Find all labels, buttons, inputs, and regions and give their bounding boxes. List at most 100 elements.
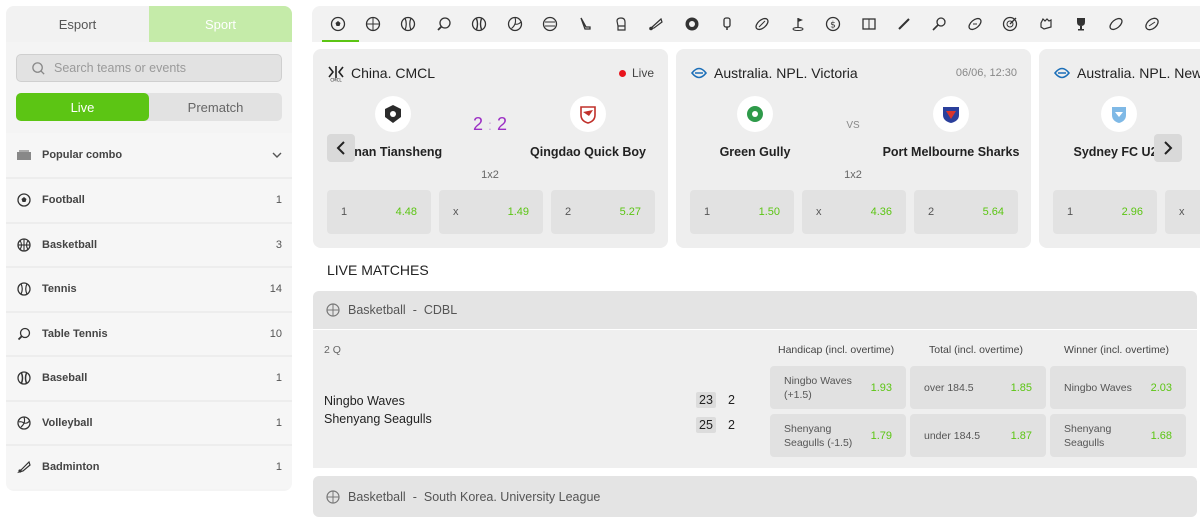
sidebar-item-table-tennis[interactable]: Table Tennis 10: [6, 310, 292, 355]
odd-button[interactable]: 1 2.96: [1053, 190, 1157, 234]
chevron-left-icon: [336, 141, 345, 155]
market-label: 1x2: [481, 169, 499, 181]
sidebar-item-tennis[interactable]: Tennis 14: [6, 266, 292, 311]
odd-button[interactable]: over 184.5 1.85: [910, 366, 1046, 409]
sport-tab-aussie-rules[interactable]: [1099, 6, 1134, 42]
sport-tab-futsal[interactable]: [674, 6, 709, 42]
team-emblem-icon: [570, 96, 606, 132]
odd-outcome: 2: [565, 206, 572, 218]
odd-outcome: 1: [341, 206, 348, 218]
sidebar-item-baseball[interactable]: Baseball 1: [6, 355, 292, 400]
mode-prematch-button[interactable]: Prematch: [149, 93, 282, 121]
sidebar-item-popular-combo[interactable]: Popular combo: [6, 133, 292, 177]
sport-tab-darts[interactable]: [851, 6, 886, 42]
group-league: CDBL: [423, 303, 458, 317]
sidebar-item-basketball[interactable]: Basketball 3: [6, 221, 292, 266]
odd-button[interactable]: x: [1165, 190, 1200, 234]
target-icon: [1002, 16, 1018, 32]
match-card[interactable]: Australia. NPL. Victoria 06/06, 12:30 Gr…: [676, 49, 1031, 248]
odd-button[interactable]: 2 5.64: [914, 190, 1018, 234]
search-box[interactable]: [16, 54, 282, 82]
racket-icon: [932, 17, 946, 31]
sidebar-item-label: Table Tennis: [42, 327, 108, 340]
hockey-stick-icon: [580, 17, 592, 30]
odd-button[interactable]: 1 1.50: [690, 190, 794, 234]
sidebar-item-count: 1: [275, 372, 282, 385]
volleyball-icon: [507, 16, 522, 32]
live-match-row[interactable]: 2 Q Ningbo Waves Shenyang Seagulls 23 2 …: [313, 330, 1197, 468]
basketball-icon: [16, 237, 32, 253]
league-name: Australia. NPL. New: [1077, 65, 1200, 81]
league-group-header[interactable]: Basketball - South Korea. University Lea…: [313, 476, 1197, 517]
sport-tab-archery[interactable]: [992, 6, 1027, 42]
mode-live-button[interactable]: Live: [16, 93, 149, 121]
team-emblem-icon: [1101, 96, 1137, 132]
odd-value: 5.27: [619, 206, 641, 218]
sport-tab-volleyball[interactable]: [497, 6, 532, 42]
sport-tab-bandy[interactable]: $: [815, 6, 850, 42]
sport-tab-cricket[interactable]: [709, 6, 744, 42]
tab-esport[interactable]: Esport: [6, 6, 149, 42]
sidebar-item-volleyball[interactable]: Volleyball 1: [6, 399, 292, 444]
odd-outcome: Shenyang Seagulls (-1.5): [784, 422, 853, 449]
category-switch: Esport Sport: [6, 6, 292, 42]
sport-tab-football[interactable]: [320, 6, 360, 42]
sport-tab-basketball[interactable]: [355, 6, 390, 42]
search-input[interactable]: [54, 61, 254, 75]
sport-tab-gaelic[interactable]: [1134, 6, 1169, 42]
match-score: 2 : 2: [460, 114, 520, 135]
odd-button[interactable]: Ningbo Waves 2.03: [1050, 366, 1186, 409]
away-team: Port Melbourne Sharks: [876, 96, 1026, 159]
sport-tab-golf[interactable]: [780, 6, 815, 42]
sport-tab-american-football[interactable]: [957, 6, 992, 42]
tab-sport[interactable]: Sport: [149, 6, 292, 42]
odd-button[interactable]: Shenyang Seagulls (-1.5) 1.79: [770, 414, 906, 457]
carousel-prev-button[interactable]: [327, 134, 355, 162]
sidebar-item-football[interactable]: Football 1: [6, 177, 292, 222]
score-away: 2: [496, 114, 507, 134]
match-card[interactable]: CMCL China. CMCL Live Jinan Tiansheng 2 …: [313, 49, 668, 248]
sidebar-controls: Live Prematch: [6, 42, 292, 131]
sport-tab-snooker[interactable]: [886, 6, 921, 42]
cue-icon: [898, 18, 910, 30]
carousel-next-button[interactable]: [1154, 134, 1182, 162]
sport-tab-baseball[interactable]: [462, 6, 497, 42]
sport-tab-rugby[interactable]: [745, 6, 780, 42]
odd-button[interactable]: Ningbo Waves (+1.5) 1.93: [770, 366, 906, 409]
dollar-coin-icon: $: [826, 16, 841, 32]
fist-icon: [1039, 17, 1052, 30]
search-icon: [32, 61, 45, 75]
table-tennis-icon: [437, 17, 451, 31]
league-name: China. CMCL: [351, 65, 436, 81]
sport-tab-ice-hockey[interactable]: [568, 6, 603, 42]
sport-tab-squash[interactable]: [922, 6, 957, 42]
market-header-handicap: Handicap (incl. overtime): [778, 344, 895, 356]
odd-outcome: x: [816, 206, 822, 218]
sport-tab-boxing[interactable]: [603, 6, 638, 42]
league-group-header[interactable]: Basketball - CDBL: [313, 291, 1197, 329]
odd-value: 1.85: [1010, 381, 1032, 394]
odd-button[interactable]: x 1.49: [439, 190, 543, 234]
svg-text:CMCL: CMCL: [330, 78, 342, 83]
team-emblem-icon: [737, 96, 773, 132]
odd-button[interactable]: 2 5.27: [551, 190, 655, 234]
sport-tab-fighting[interactable]: [1028, 6, 1063, 42]
odd-button[interactable]: under 184.5 1.87: [910, 414, 1046, 457]
odd-button[interactable]: 1 4.48: [327, 190, 431, 234]
chevron-right-icon: [1164, 141, 1173, 155]
sport-tab-handball[interactable]: [532, 6, 567, 42]
sport-tab-table-tennis[interactable]: [426, 6, 461, 42]
odd-outcome: x: [453, 206, 459, 218]
sport-tab-outrights[interactable]: [1063, 6, 1098, 42]
boxing-glove-icon: [616, 17, 626, 31]
odd-outcome: over 184.5: [924, 381, 974, 394]
aussie-rules-ball-icon: [1109, 17, 1123, 31]
odd-outcome: Ningbo Waves: [1064, 381, 1132, 394]
sport-tab-badminton[interactable]: [639, 6, 674, 42]
odd-button[interactable]: x 4.36: [802, 190, 906, 234]
odd-button[interactable]: Shenyang Seagulls 1.68: [1050, 414, 1186, 457]
odd-outcome: 1: [1067, 206, 1074, 218]
sport-tab-tennis[interactable]: [391, 6, 426, 42]
odd-value: 4.36: [870, 206, 892, 218]
sidebar-item-badminton[interactable]: Badminton 1: [6, 444, 292, 489]
